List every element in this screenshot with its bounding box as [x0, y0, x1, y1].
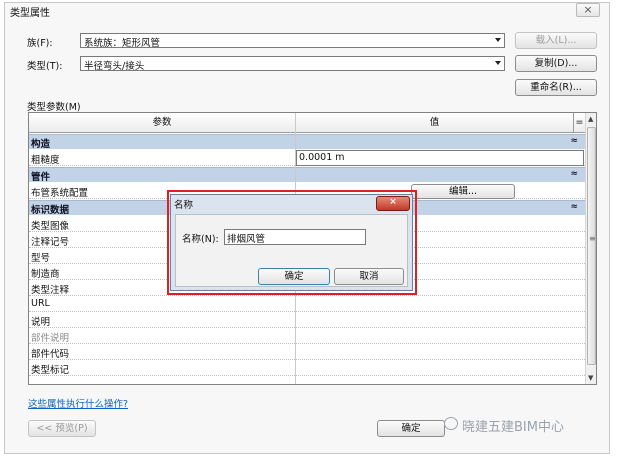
type-parameters-label: 类型参数(M): [27, 102, 81, 113]
extra-column-header[interactable]: =: [573, 113, 585, 133]
ok-button[interactable]: 确定: [377, 420, 445, 437]
table-row[interactable]: 说明: [29, 312, 585, 328]
scroll-up-icon[interactable]: ▲: [588, 115, 593, 123]
table-row[interactable]: 类型标记: [29, 360, 585, 376]
group-header-fittings[interactable]: 管件 ≈: [29, 167, 585, 183]
scroll-down-icon[interactable]: ▼: [588, 374, 593, 382]
type-label: 类型(T):: [27, 61, 63, 72]
family-label: 族(F):: [27, 38, 53, 49]
grip-icon: ≡: [589, 234, 596, 243]
table-row[interactable]: 部件说明: [29, 328, 585, 344]
edit-routing-button[interactable]: 编辑...: [411, 184, 515, 199]
collapse-icon: ≈: [570, 202, 578, 212]
group-header-construction[interactable]: 构造 ≈: [29, 134, 585, 150]
duplicate-button[interactable]: 复制(D)...: [515, 55, 597, 72]
scroll-thumb[interactable]: ≡: [587, 127, 596, 365]
watermark: 晓建五建BIM中心: [462, 420, 564, 435]
family-select[interactable]: 系统族：矩形风管: [80, 33, 505, 49]
preview-button[interactable]: << 预览(P): [28, 420, 96, 437]
type-select[interactable]: 半径弯头/接头: [80, 56, 505, 72]
dropdown-arrow-icon: [495, 61, 501, 65]
collapse-icon: ≈: [570, 169, 578, 179]
window-title: 类型属性: [10, 8, 50, 19]
wechat-icon: [444, 417, 458, 430]
type-value: 半径弯头/接头: [84, 61, 145, 72]
load-button[interactable]: 载入(L)...: [515, 32, 597, 49]
collapse-icon: ≈: [570, 136, 578, 146]
rename-button[interactable]: 重命名(R)...: [515, 79, 597, 96]
value-column-header[interactable]: 值: [295, 113, 573, 133]
table-row[interactable]: 部件代码: [29, 344, 585, 360]
table-row[interactable]: URL: [29, 296, 585, 312]
roughness-value-field[interactable]: 0.0001 m: [296, 150, 584, 166]
help-link[interactable]: 这些属性执行什么操作?: [28, 396, 128, 410]
close-icon: ×: [583, 3, 593, 16]
dropdown-arrow-icon: [495, 38, 501, 42]
param-column-header[interactable]: 参数: [29, 113, 295, 133]
vertical-scrollbar[interactable]: ▲ ≡ ▼: [585, 113, 596, 384]
highlight-frame: [167, 190, 417, 295]
window-close-button[interactable]: ×: [576, 3, 600, 17]
family-value: 系统族：矩形风管: [84, 38, 161, 49]
